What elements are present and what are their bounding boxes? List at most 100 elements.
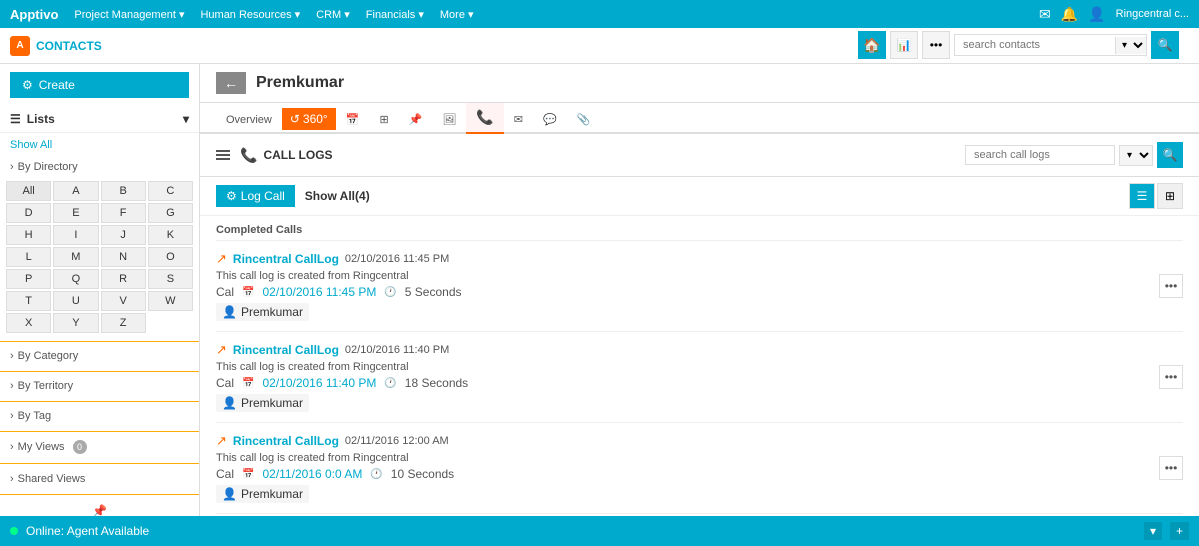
tab-grid[interactable]: ⊞	[369, 107, 398, 134]
grid-view-button[interactable]: ⊞	[1157, 183, 1183, 209]
log-more-button[interactable]: •••	[1159, 274, 1183, 298]
back-button[interactable]: ←	[216, 72, 246, 94]
list-icon: ☰	[10, 112, 21, 126]
sidebar-by-category[interactable]: By Category	[0, 345, 199, 367]
calendar-icon: 📅	[242, 469, 254, 480]
tab-calendar[interactable]: 📅	[336, 107, 370, 134]
sidebar-by-tag[interactable]: By Tag	[0, 405, 199, 427]
contact-tag[interactable]: 👤 Premkumar	[216, 485, 309, 503]
letter-all[interactable]: All	[6, 181, 51, 201]
letter-i[interactable]: I	[53, 225, 98, 245]
call-label: Cal	[216, 285, 234, 299]
nav-project-management[interactable]: Project Management ▾	[74, 8, 184, 21]
call-log-meta: Cal 📅 02/10/2016 11:45 PM 🕐 5 Seconds	[216, 285, 1183, 299]
letter-grid: All A B C D E F G H I J K L M N O P Q R …	[0, 177, 199, 337]
call-log-title-link[interactable]: Rincentral CallLog	[233, 434, 339, 448]
useful-links[interactable]: 📌 Useful Links ›	[0, 498, 200, 516]
letter-m[interactable]: M	[53, 247, 98, 267]
create-label: Create	[39, 78, 75, 92]
clock-icon: 🕐	[384, 287, 396, 298]
nav-human-resources[interactable]: Human Resources ▾	[200, 8, 300, 21]
letter-o[interactable]: O	[148, 247, 193, 267]
letter-a[interactable]: A	[53, 181, 98, 201]
nav-crm[interactable]: CRM ▾	[316, 8, 350, 21]
letter-w[interactable]: W	[148, 291, 193, 311]
letter-b[interactable]: B	[101, 181, 146, 201]
bottom-plus-button[interactable]: +	[1170, 522, 1189, 540]
letter-h[interactable]: H	[6, 225, 51, 245]
letter-c[interactable]: C	[148, 181, 193, 201]
letter-d[interactable]: D	[6, 203, 51, 223]
letter-x[interactable]: X	[6, 313, 51, 333]
letter-q[interactable]: Q	[53, 269, 98, 289]
letter-f[interactable]: F	[101, 203, 146, 223]
sidebar-shared-views[interactable]: Shared Views	[0, 468, 199, 490]
show-all-count-label: Show All(4)	[305, 189, 370, 203]
call-date-link[interactable]: 02/10/2016 11:40 PM	[262, 376, 376, 390]
tab-overview[interactable]: Overview	[216, 108, 282, 134]
contact-name-tag: Premkumar	[241, 396, 303, 410]
bell-icon[interactable]: 🔔	[1061, 6, 1078, 23]
clock-icon: 🕐	[370, 469, 382, 480]
letter-p[interactable]: P	[6, 269, 51, 289]
log-call-button[interactable]: ⚙ Log Call	[216, 185, 295, 207]
log-actions-bar: ⚙ Log Call Show All(4) ☰ ⊞	[200, 177, 1199, 216]
user-icon[interactable]: 👤	[1088, 6, 1105, 23]
tab-attachment[interactable]: 📎	[567, 107, 601, 134]
call-logs-label: CALL LOGS	[263, 148, 332, 162]
letter-v[interactable]: V	[101, 291, 146, 311]
search-button[interactable]: 🔍	[1151, 31, 1179, 59]
tab-phone[interactable]: 📞	[466, 103, 503, 134]
letter-j[interactable]: J	[101, 225, 146, 245]
tab-pin[interactable]: 📌	[399, 107, 433, 134]
tab-chat[interactable]: 💬	[533, 107, 567, 134]
letter-e[interactable]: E	[53, 203, 98, 223]
tab-email[interactable]: ✉	[504, 107, 533, 134]
tab-360[interactable]: ↺ 360°	[282, 108, 336, 130]
call-date-link[interactable]: 02/11/2016 0:0 AM	[262, 467, 362, 481]
tab-image[interactable]: 🖼	[432, 107, 466, 134]
call-date-link[interactable]: 02/10/2016 11:45 PM	[262, 285, 376, 299]
lists-section-header[interactable]: ☰ Lists ▾	[0, 106, 199, 133]
search-call-logs-input[interactable]	[965, 145, 1115, 165]
letter-y[interactable]: Y	[53, 313, 98, 333]
message-icon[interactable]: ✉	[1039, 6, 1051, 23]
search-type-select[interactable]: ▾	[1115, 37, 1146, 54]
home-button[interactable]: 🏠	[858, 31, 886, 59]
call-logs-search-button[interactable]: 🔍	[1157, 142, 1183, 168]
log-more-button[interactable]: •••	[1159, 365, 1183, 389]
more-options-button[interactable]: •••	[922, 31, 950, 59]
call-logs-search-type[interactable]: ▾	[1119, 145, 1153, 166]
log-more-button[interactable]: •••	[1159, 456, 1183, 480]
list-view-button[interactable]: ☰	[1129, 183, 1155, 209]
contact-tag[interactable]: 👤 Premkumar	[216, 394, 309, 412]
letter-t[interactable]: T	[6, 291, 51, 311]
app-logo: Apptivo	[10, 7, 58, 22]
call-log-title-link[interactable]: Rincentral CallLog	[233, 252, 339, 266]
hamburger-menu[interactable]	[216, 150, 230, 160]
show-all-link[interactable]: Show All	[0, 133, 199, 157]
letter-s[interactable]: S	[148, 269, 193, 289]
search-contacts-input[interactable]	[955, 35, 1115, 55]
create-button[interactable]: ⚙ Create	[10, 72, 189, 98]
letter-k[interactable]: K	[148, 225, 193, 245]
call-log-title-link[interactable]: Rincentral CallLog	[233, 343, 339, 357]
letter-l[interactable]: L	[6, 247, 51, 267]
bottom-chevron-button[interactable]: ▾	[1144, 522, 1162, 540]
contact-tag[interactable]: 👤 Premkumar	[216, 303, 309, 321]
sidebar-by-territory[interactable]: By Territory	[0, 375, 199, 397]
sidebar-my-views[interactable]: My Views 0	[0, 435, 199, 459]
ringcentral-label: Ringcentral c...	[1116, 8, 1189, 20]
call-log-description: This call log is created from Ringcentra…	[216, 452, 1183, 464]
nav-more[interactable]: More ▾	[440, 8, 474, 21]
letter-u[interactable]: U	[53, 291, 98, 311]
letter-n[interactable]: N	[101, 247, 146, 267]
analytics-button[interactable]: 📊	[890, 31, 918, 59]
search-contacts-wrap: ▾	[954, 34, 1147, 56]
nav-financials[interactable]: Financials ▾	[366, 8, 424, 21]
letter-r[interactable]: R	[101, 269, 146, 289]
call-logs-title: 📞 CALL LOGS	[240, 147, 333, 164]
letter-g[interactable]: G	[148, 203, 193, 223]
brand-name: CONTACTS	[36, 39, 102, 53]
letter-z[interactable]: Z	[101, 313, 146, 333]
